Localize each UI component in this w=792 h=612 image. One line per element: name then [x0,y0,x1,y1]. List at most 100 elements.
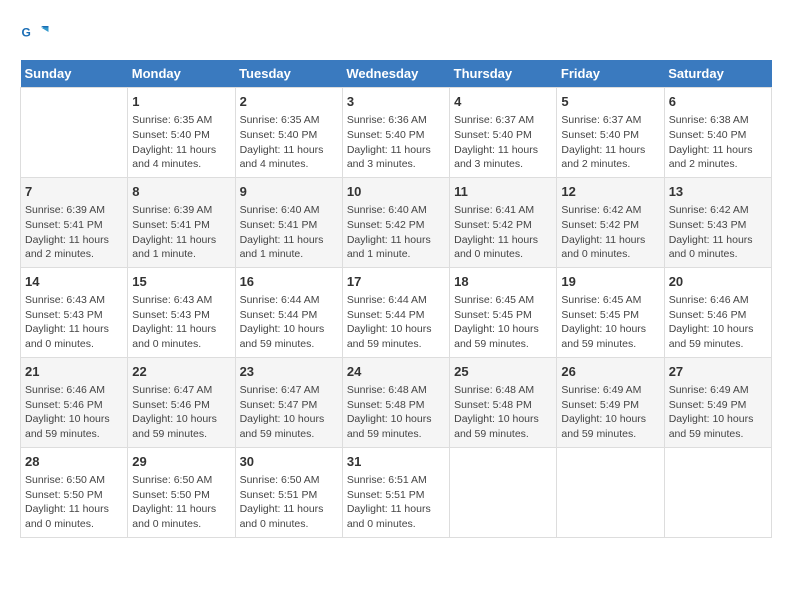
day-info: Sunrise: 6:37 AM Sunset: 5:40 PM Dayligh… [454,113,552,172]
day-info: Sunrise: 6:47 AM Sunset: 5:46 PM Dayligh… [132,383,230,442]
calendar-week-row: 14 Sunrise: 6:43 AM Sunset: 5:43 PM Dayli… [21,267,772,357]
day-info: Sunrise: 6:35 AM Sunset: 5:40 PM Dayligh… [132,113,230,172]
calendar-cell: 22 Sunrise: 6:47 AM Sunset: 5:46 PM Dayli… [128,357,235,447]
calendar-cell: 8 Sunrise: 6:39 AM Sunset: 5:41 PM Daylig… [128,177,235,267]
calendar-table: SundayMondayTuesdayWednesdayThursdayFrid… [20,60,772,538]
calendar-cell: 6Sunrise: 6:38 AM Sunset: 5:40 PM Daylig… [664,88,771,178]
calendar-cell: 4 Sunrise: 6:37 AM Sunset: 5:40 PM Daylig… [450,88,557,178]
calendar-cell: 16 Sunrise: 6:44 AM Sunset: 5:44 PM Dayli… [235,267,342,357]
calendar-cell: 5 Sunrise: 6:37 AM Sunset: 5:40 PM Daylig… [557,88,664,178]
day-info: Sunrise: 6:39 AM Sunset: 5:41 PM Dayligh… [25,203,123,262]
day-number: 10 [347,183,445,201]
calendar-cell: 23 Sunrise: 6:47 AM Sunset: 5:47 PM Dayli… [235,357,342,447]
weekday-header-monday: Monday [128,60,235,88]
calendar-cell: 3 Sunrise: 6:36 AM Sunset: 5:40 PM Daylig… [342,88,449,178]
day-info: Sunrise: 6:46 AM Sunset: 5:46 PM Dayligh… [25,383,123,442]
calendar-cell: 28Sunrise: 6:50 AM Sunset: 5:50 PM Dayli… [21,447,128,537]
day-number: 27 [669,363,767,381]
day-info: Sunrise: 6:40 AM Sunset: 5:42 PM Dayligh… [347,203,445,262]
page-header: G [20,20,772,50]
calendar-week-row: 21Sunrise: 6:46 AM Sunset: 5:46 PM Dayli… [21,357,772,447]
logo-icon: G [20,20,50,50]
calendar-cell: 17 Sunrise: 6:44 AM Sunset: 5:44 PM Dayli… [342,267,449,357]
calendar-cell: 13 Sunrise: 6:42 AM Sunset: 5:43 PM Dayli… [664,177,771,267]
calendar-cell: 20 Sunrise: 6:46 AM Sunset: 5:46 PM Dayli… [664,267,771,357]
calendar-cell: 7 Sunrise: 6:39 AM Sunset: 5:41 PM Daylig… [21,177,128,267]
calendar-cell: 12 Sunrise: 6:42 AM Sunset: 5:42 PM Dayli… [557,177,664,267]
calendar-cell [557,447,664,537]
day-number: 29 [132,453,230,471]
calendar-cell: 27Sunrise: 6:49 AM Sunset: 5:49 PM Dayli… [664,357,771,447]
day-info: Sunrise: 6:50 AM Sunset: 5:51 PM Dayligh… [240,473,338,532]
day-info: Sunrise: 6:44 AM Sunset: 5:44 PM Dayligh… [240,293,338,352]
day-number: 3 [347,93,445,111]
day-info: Sunrise: 6:46 AM Sunset: 5:46 PM Dayligh… [669,293,767,352]
day-info: Sunrise: 6:36 AM Sunset: 5:40 PM Dayligh… [347,113,445,172]
day-number: 4 [454,93,552,111]
calendar-cell: 2Sunrise: 6:35 AM Sunset: 5:40 PM Daylig… [235,88,342,178]
day-number: 9 [240,183,338,201]
weekday-header-tuesday: Tuesday [235,60,342,88]
weekday-header-thursday: Thursday [450,60,557,88]
calendar-cell: 31 Sunrise: 6:51 AM Sunset: 5:51 PM Dayli… [342,447,449,537]
logo: G [20,20,52,50]
day-info: Sunrise: 6:45 AM Sunset: 5:45 PM Dayligh… [454,293,552,352]
day-number: 25 [454,363,552,381]
day-number: 22 [132,363,230,381]
day-info: Sunrise: 6:43 AM Sunset: 5:43 PM Dayligh… [132,293,230,352]
calendar-cell: 26 Sunrise: 6:49 AM Sunset: 5:49 PM Dayli… [557,357,664,447]
day-info: Sunrise: 6:37 AM Sunset: 5:40 PM Dayligh… [561,113,659,172]
day-number: 24 [347,363,445,381]
day-info: Sunrise: 6:41 AM Sunset: 5:42 PM Dayligh… [454,203,552,262]
day-number: 31 [347,453,445,471]
day-info: Sunrise: 6:45 AM Sunset: 5:45 PM Dayligh… [561,293,659,352]
day-info: Sunrise: 6:42 AM Sunset: 5:43 PM Dayligh… [669,203,767,262]
day-number: 13 [669,183,767,201]
day-number: 8 [132,183,230,201]
day-number: 18 [454,273,552,291]
day-number: 11 [454,183,552,201]
day-number: 15 [132,273,230,291]
day-number: 17 [347,273,445,291]
weekday-header-wednesday: Wednesday [342,60,449,88]
weekday-header-sunday: Sunday [21,60,128,88]
day-info: Sunrise: 6:39 AM Sunset: 5:41 PM Dayligh… [132,203,230,262]
calendar-header-row: SundayMondayTuesdayWednesdayThursdayFrid… [21,60,772,88]
day-info: Sunrise: 6:44 AM Sunset: 5:44 PM Dayligh… [347,293,445,352]
day-info: Sunrise: 6:51 AM Sunset: 5:51 PM Dayligh… [347,473,445,532]
day-number: 7 [25,183,123,201]
day-info: Sunrise: 6:47 AM Sunset: 5:47 PM Dayligh… [240,383,338,442]
day-info: Sunrise: 6:35 AM Sunset: 5:40 PM Dayligh… [240,113,338,172]
calendar-cell [450,447,557,537]
calendar-cell: 21Sunrise: 6:46 AM Sunset: 5:46 PM Dayli… [21,357,128,447]
calendar-cell: 18 Sunrise: 6:45 AM Sunset: 5:45 PM Dayli… [450,267,557,357]
day-number: 5 [561,93,659,111]
day-info: Sunrise: 6:49 AM Sunset: 5:49 PM Dayligh… [561,383,659,442]
day-info: Sunrise: 6:50 AM Sunset: 5:50 PM Dayligh… [132,473,230,532]
day-number: 14 [25,273,123,291]
day-info: Sunrise: 6:43 AM Sunset: 5:43 PM Dayligh… [25,293,123,352]
day-number: 26 [561,363,659,381]
day-number: 23 [240,363,338,381]
day-info: Sunrise: 6:42 AM Sunset: 5:42 PM Dayligh… [561,203,659,262]
svg-text:G: G [22,26,31,40]
day-number: 28 [25,453,123,471]
calendar-cell: 15 Sunrise: 6:43 AM Sunset: 5:43 PM Dayli… [128,267,235,357]
day-number: 12 [561,183,659,201]
calendar-cell [664,447,771,537]
calendar-cell: 10 Sunrise: 6:40 AM Sunset: 5:42 PM Dayli… [342,177,449,267]
calendar-cell: 14 Sunrise: 6:43 AM Sunset: 5:43 PM Dayli… [21,267,128,357]
day-number: 6 [669,93,767,111]
calendar-cell: 1Sunrise: 6:35 AM Sunset: 5:40 PM Daylig… [128,88,235,178]
calendar-week-row: 1Sunrise: 6:35 AM Sunset: 5:40 PM Daylig… [21,88,772,178]
calendar-cell: 29 Sunrise: 6:50 AM Sunset: 5:50 PM Dayli… [128,447,235,537]
day-number: 16 [240,273,338,291]
day-number: 19 [561,273,659,291]
day-number: 30 [240,453,338,471]
calendar-cell: 25Sunrise: 6:48 AM Sunset: 5:48 PM Dayli… [450,357,557,447]
day-number: 20 [669,273,767,291]
calendar-cell: 19 Sunrise: 6:45 AM Sunset: 5:45 PM Dayli… [557,267,664,357]
day-info: Sunrise: 6:40 AM Sunset: 5:41 PM Dayligh… [240,203,338,262]
day-info: Sunrise: 6:48 AM Sunset: 5:48 PM Dayligh… [347,383,445,442]
calendar-cell: 9 Sunrise: 6:40 AM Sunset: 5:41 PM Daylig… [235,177,342,267]
